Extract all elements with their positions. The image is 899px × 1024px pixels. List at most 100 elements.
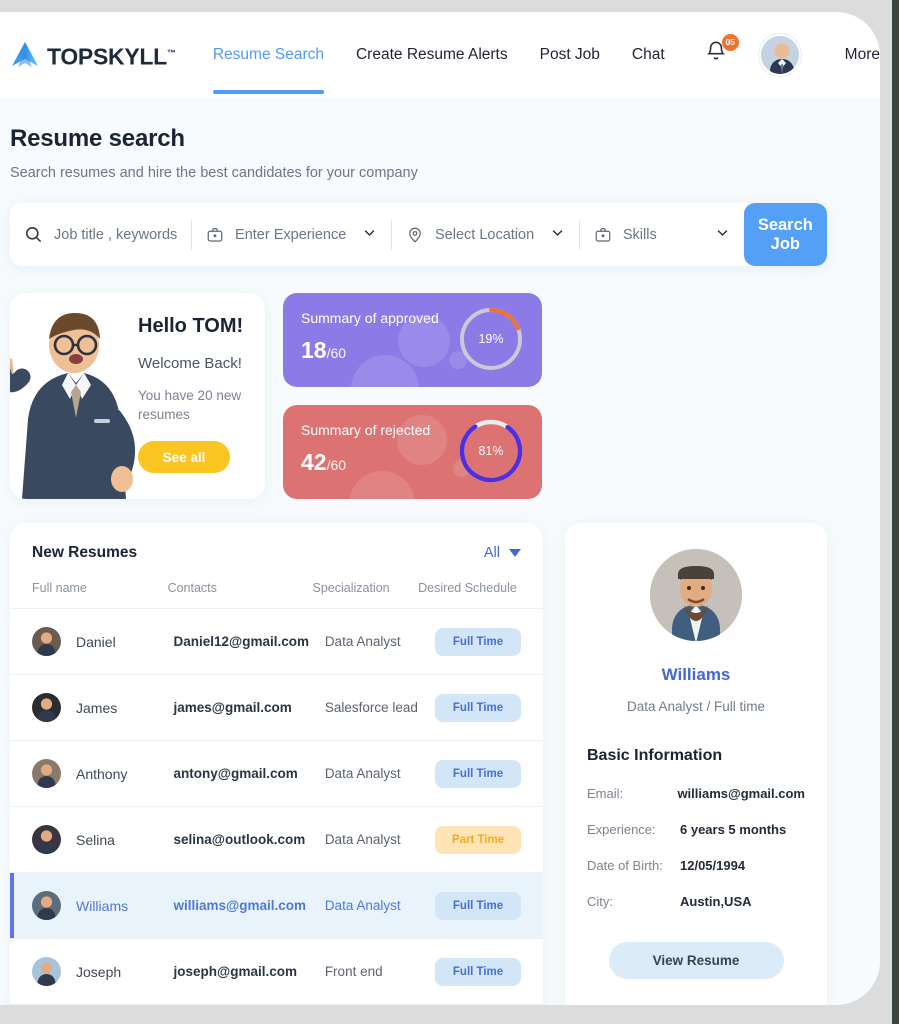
approved-progress-ring: 19% [456,304,526,374]
keyword-placeholder: Job title , keywords [54,226,178,243]
brand-logo[interactable]: TOPSKYLL™ [10,38,197,72]
resumes-table-body: Daniel Daniel12@gmail.com Data Analyst Full… [10,609,543,1005]
user-avatar[interactable] [758,33,801,76]
nav-label: Resume Search [212,45,324,63]
candidate-name: Joseph [76,963,122,980]
table-row[interactable]: Joseph joseph@gmail.com Front end Full Time [10,939,543,1005]
summary-value: 42 [301,449,327,475]
field-value: 6 years 5 months [680,822,787,837]
candidate-email: joseph@gmail.com [173,964,297,979]
arrow-up-logo-icon [12,41,38,67]
nav-item-create-resume-alerts[interactable]: Create Resume Alerts [340,46,524,64]
candidate-specialization: Data Analyst [324,634,401,649]
summary-denominator: /60 [326,345,347,361]
view-resume-button[interactable]: View Resume [608,942,784,979]
chevron-down-icon [715,225,730,245]
notification-count-badge: 05 [721,33,739,51]
candidate-email: selina@outlook.com [173,832,306,847]
nav-item-post-job[interactable]: Post Job [524,46,616,64]
field-key: Date of Birth: [587,858,663,873]
page-body: Resume search Search resumes and hire th… [0,97,880,1005]
summary-card-rejected: Summary of rejected 42/60 81% [283,405,542,499]
candidate-name: Daniel [76,633,116,650]
window-right-edge [892,0,899,1024]
column-header-full-name: Full name [32,581,87,595]
column-header-desired-schedule: Desired Schedule [418,581,517,595]
candidate-name: Anthony [76,765,128,782]
skills-select[interactable]: Skills [580,203,744,266]
table-row[interactable]: Daniel Daniel12@gmail.com Data Analyst Full… [10,609,543,675]
field-key: City: [587,894,613,909]
summary-cards: Summary of approved 18/60 19% Summary of… [283,293,542,499]
app-window: TOPSKYLL™ Resume Search Create Resume Al… [0,12,880,1005]
resumes-title: New Resumes [32,544,138,561]
candidate-email: antony@gmail.com [173,766,298,781]
candidate-specialization: Salesforce lead [324,700,418,715]
location-placeholder: Select Location [434,226,535,243]
candidate-email: williams@gmail.com [173,898,306,913]
nav-item-more[interactable]: More [845,46,880,64]
experience-placeholder: Enter Experience [235,226,347,243]
skills-placeholder: Skills [622,226,657,243]
resumes-filter-dropdown[interactable]: All [484,545,521,561]
schedule-badge[interactable]: Part Time [435,825,521,854]
schedule-badge[interactable]: Full Time [435,693,521,722]
nav-item-resume-search[interactable]: Resume Search [197,45,340,94]
chevron-down-icon [550,225,565,245]
resumes-header: New Resumes All [10,523,543,562]
field-value: 12/05/1994 [680,858,746,873]
candidate-specialization: Data Analyst [324,898,401,913]
dashboard-cards-row: Hello TOM! Welcome Back! You have 20 new… [10,293,827,499]
notifications-button[interactable]: 05 [703,33,739,72]
table-row[interactable]: James james@gmail.com Salesforce lead Full … [10,675,543,741]
table-row[interactable]: Williams williams@gmail.com Data Analyst Fu… [10,873,543,939]
candidate-email: Daniel12@gmail.com [173,634,309,649]
summary-card-approved: Summary of approved 18/60 19% [283,293,542,387]
schedule-badge[interactable]: Full Time [435,957,521,986]
basic-information-title: Basic Information [587,747,723,764]
table-column-headers: Full name Contacts Specialization Desire… [10,562,543,609]
summary-value: 18 [301,337,327,363]
table-row[interactable]: Anthony antony@gmail.com Data Analyst Full … [10,741,543,807]
search-bar: Job title , keywords Enter Experience Se… [10,203,827,266]
avatar [32,825,61,854]
avatar [32,693,61,722]
search-icon [24,225,43,244]
schedule-badge[interactable]: Full Time [435,891,521,920]
avatar [32,627,61,656]
avatar [32,759,61,788]
new-resumes-panel: New Resumes All Full name Contacts Speci… [10,523,543,1005]
field-key: Experience: [587,822,656,837]
candidate-specialization: Front end [324,964,383,979]
nav-item-chat[interactable]: Chat [616,46,681,64]
avatar [32,957,61,986]
field-key: Email: [587,786,624,801]
chevron-down-icon [362,225,377,245]
search-job-button[interactable]: Search Job [743,203,827,266]
page-title: Resume search [10,125,185,152]
profile-field-row: Experience: 6 years 5 months [587,822,805,837]
candidate-profile-panel: Williams Data Analyst / Full time Basic … [565,523,827,1005]
candidate-name: Williams [76,897,129,914]
keyword-search-field[interactable]: Job title , keywords [10,203,191,266]
location-select[interactable]: Select Location [392,203,579,266]
rejected-progress-ring: 81% [456,416,526,486]
experience-select[interactable]: Enter Experience [192,203,391,266]
field-value: Austin,USA [680,894,752,909]
profile-field-row: City: Austin,USA [587,894,805,909]
summary-denominator: /60 [326,457,347,473]
filter-label: All [483,545,500,561]
schedule-badge[interactable]: Full Time [435,627,521,656]
profile-name: Williams [661,665,731,684]
column-header-contacts: Contacts [167,581,217,595]
location-pin-icon [406,226,424,244]
main-nav: Resume Search Create Resume Alerts Post … [197,33,880,94]
candidate-specialization: Data Analyst [324,766,401,781]
table-row[interactable]: Selina selina@outlook.com Data Analyst Part… [10,807,543,873]
profile-avatar [650,549,742,641]
trademark-symbol: ™ [166,47,176,58]
profile-role: Data Analyst / Full time [626,699,766,714]
lower-content-row: New Resumes All Full name Contacts Speci… [10,523,827,1005]
schedule-badge[interactable]: Full Time [435,759,521,788]
column-header-specialization: Specialization [312,581,390,595]
